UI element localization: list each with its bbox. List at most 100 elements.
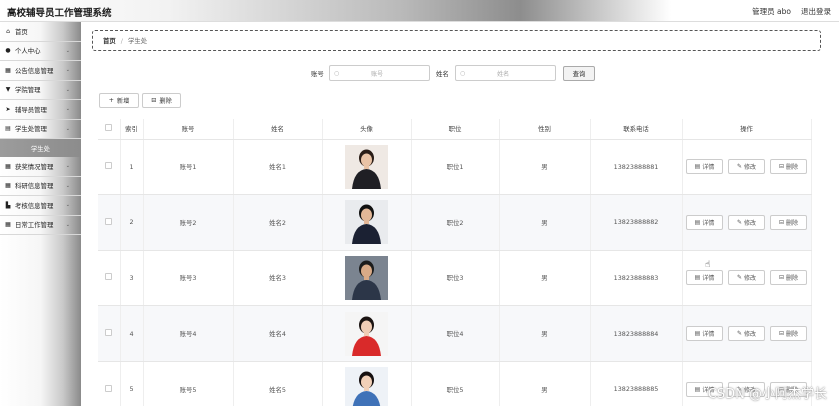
- row-checkbox-cell: [98, 250, 121, 307]
- select-all-checkbox[interactable]: [105, 124, 113, 132]
- row-checkbox[interactable]: [105, 384, 113, 392]
- cell-avatar: [322, 305, 412, 362]
- user-label[interactable]: 管理员 abo: [752, 6, 791, 17]
- delete-button-label: 删除: [786, 219, 799, 227]
- cell-index: 1: [120, 139, 144, 196]
- row-checkbox[interactable]: [105, 329, 113, 337]
- batch-delete-label: 删除: [159, 98, 172, 105]
- breadcrumb-home[interactable]: 首页: [103, 36, 116, 45]
- detail-button[interactable]: ▤ 详情: [686, 159, 723, 175]
- edit-button[interactable]: ✎ 修改: [728, 270, 765, 286]
- detail-button-label: 详情: [702, 164, 715, 172]
- cell-avatar: [322, 194, 412, 251]
- table-row[interactable]: 1 账号1 姓名1 职位1 男 13823888881 ▤ 详情 ✎ 修改 ⊟ 删除: [98, 139, 812, 196]
- edit-button-label: 修改: [744, 275, 757, 283]
- delete-button[interactable]: ⊟ 删除: [770, 214, 807, 230]
- cell-name: 姓名4: [233, 305, 323, 362]
- account-search-input[interactable]: ○ 账号: [329, 65, 430, 81]
- chevron-down-icon: ⌄: [65, 163, 70, 169]
- chevron-down-icon: ⌄: [65, 86, 70, 93]
- query-button[interactable]: 查询: [563, 66, 595, 81]
- edit-button[interactable]: ✎ 修改: [728, 159, 765, 175]
- row-checkbox[interactable]: [105, 162, 113, 170]
- sidebar-item-3[interactable]: ▼ 学院管理 ⌄: [0, 81, 81, 100]
- user-area: 管理员 abo 退出登录: [752, 6, 831, 17]
- chevron-down-icon: ⌄: [65, 106, 70, 112]
- cell-avatar: [322, 361, 412, 406]
- sidebar-item-label: 辅导员管理: [15, 105, 47, 114]
- table-row[interactable]: 3 账号3 姓名3 职位3 男 13823888883 ▤ 详情 ✎ 修改 ⊟ 删除: [98, 250, 812, 307]
- cell-phone: 13823888884: [590, 305, 683, 362]
- delete-button-label: 删除: [786, 164, 799, 172]
- cell-index: 3: [120, 250, 144, 307]
- breadcrumb-separator: /: [120, 36, 123, 45]
- cell-phone: 13823888883: [590, 250, 683, 307]
- avatar: [345, 311, 388, 356]
- sidebar-item-4[interactable]: ➤ 辅导员管理 ⌄: [0, 100, 81, 120]
- name-search-input[interactable]: ○ 姓名: [455, 65, 556, 81]
- chevron-down-icon: ⌄: [65, 221, 70, 228]
- batch-delete-button[interactable]: ⊟ 删除: [142, 93, 181, 108]
- row-checkbox[interactable]: [105, 217, 113, 225]
- chevron-down-icon: ⌄: [65, 47, 70, 54]
- hand-cursor-icon: ☝: [705, 260, 711, 270]
- cell-avatar: [322, 250, 412, 307]
- trophy-icon: ▼: [5, 86, 11, 94]
- send-icon: ➤: [5, 105, 11, 113]
- sidebar-item-8[interactable]: ▙ 考核信息管理 ⌄: [0, 196, 81, 216]
- plus-icon: +: [108, 97, 114, 104]
- sidebar-item-5[interactable]: ▤ 学生处管理 ⌄: [0, 120, 81, 139]
- grid-icon: ▦: [5, 221, 11, 229]
- delete-button[interactable]: ⊟ 删除: [770, 270, 807, 286]
- table-row[interactable]: 4 账号4 姓名4 职位4 男 13823888884 ▤ 详情 ✎ 修改 ⊟ 删除: [98, 305, 812, 362]
- delete-button[interactable]: ⊟ 删除: [770, 159, 807, 175]
- delete-button[interactable]: ⊟ 删除: [770, 326, 807, 342]
- logout-link[interactable]: 退出登录: [801, 6, 831, 17]
- cell-position: 职位4: [411, 305, 500, 362]
- chevron-down-icon: ⌄: [65, 182, 70, 189]
- cell-position: 职位2: [411, 194, 500, 251]
- cell-operations: ▤ 详情 ✎ 修改 ⊟ 删除: [682, 139, 812, 196]
- cell-account: 账号5: [143, 361, 234, 406]
- trash-icon: ⊟: [778, 274, 784, 282]
- user-icon: ●: [5, 47, 11, 55]
- trash-icon: ⊟: [151, 97, 157, 104]
- cell-index: 4: [120, 305, 144, 362]
- cell-name: 姓名5: [233, 361, 323, 406]
- add-button[interactable]: + 新增: [99, 93, 139, 108]
- breadcrumb-current: 学生处: [127, 37, 148, 45]
- sidebar-item-7[interactable]: ▦ 科研信息管理 ⌄: [0, 177, 81, 196]
- detail-button[interactable]: ▤ 详情: [686, 214, 723, 230]
- pencil-icon: ✎: [736, 330, 742, 338]
- cell-index: 2: [120, 194, 144, 251]
- sidebar-item-label: 获奖情况管理: [15, 162, 54, 171]
- table-row[interactable]: 2 账号2 姓名2 职位2 男 13823888882 ▤ 详情 ✎ 修改 ⊟ 删除: [98, 194, 812, 251]
- row-checkbox[interactable]: [105, 273, 113, 281]
- edit-button[interactable]: ✎ 修改: [728, 326, 765, 342]
- add-button-label: 新增: [116, 98, 130, 105]
- cell-account: 账号1: [143, 139, 234, 196]
- sidebar-item-1[interactable]: ● 个人中心 ⌄: [0, 42, 81, 61]
- cell-gender: 男: [499, 139, 591, 196]
- name-placeholder: 姓名: [497, 70, 510, 78]
- cell-operations: ▤ 详情 ✎ 修改 ⊟ 删除: [682, 194, 812, 251]
- cell-gender: 男: [499, 361, 591, 406]
- search-bar: 账号 ○ 账号 姓名 ○ 姓名 查询: [0, 65, 839, 81]
- edit-button[interactable]: ✎ 修改: [728, 214, 765, 230]
- cell-position: 职位5: [411, 361, 500, 406]
- avatar: [345, 144, 388, 189]
- cell-operations: ▤ 详情 ✎ 修改 ⊟ 删除: [682, 250, 812, 307]
- table-row[interactable]: 5 账号5 姓名5 职位5 男 13823888885 ▤ 详情 ✎ 修改 ⊟ 删除: [98, 361, 812, 406]
- pencil-icon: ✎: [736, 274, 742, 282]
- sidebar-item-0[interactable]: ⌂ 首页: [0, 22, 81, 42]
- sidebar-item-label: 考核信息管理: [15, 201, 54, 210]
- sidebar-item-9[interactable]: ▦ 日常工作管理 ⌄: [0, 216, 81, 235]
- chevron-down-icon: ⌄: [65, 125, 70, 132]
- sidebar-item-label: 学院管理: [15, 86, 41, 95]
- detail-button[interactable]: ▤ 详情: [686, 270, 723, 286]
- sidebar-subitem-student-office[interactable]: 学生处: [0, 139, 81, 157]
- detail-button[interactable]: ▤ 详情: [686, 326, 723, 342]
- file-icon: ▤: [694, 330, 701, 338]
- sidebar-item-6[interactable]: ▦ 获奖情况管理 ⌄: [0, 157, 81, 177]
- trash-icon: ⊟: [778, 330, 784, 338]
